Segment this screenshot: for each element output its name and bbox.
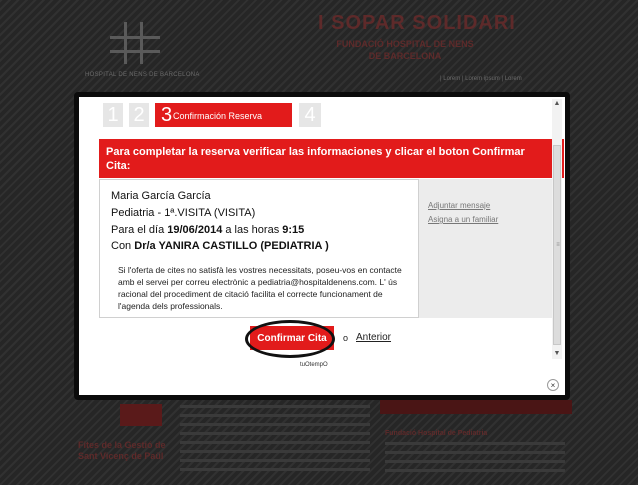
background-header-title: I SOPAR SOLIDARI xyxy=(318,12,516,34)
time-prefix: a las horas xyxy=(222,224,283,236)
step-2-tab[interactable]: 2 xyxy=(129,103,149,127)
scroll-thumb[interactable]: ≡ xyxy=(553,145,561,345)
doctor-prefix: Con xyxy=(111,240,135,252)
step-1-tab[interactable]: 1 xyxy=(103,103,123,127)
scroll-up-icon[interactable]: ▲ xyxy=(552,99,562,109)
side-panel: Adjuntar mensaje Asigna a un familiar xyxy=(419,179,554,318)
close-icon[interactable]: × xyxy=(547,379,559,391)
modal-scrollbar[interactable]: ▲ ≡ ▼ xyxy=(552,99,562,359)
background-right-bar xyxy=(380,400,572,414)
provider-credit: tuOtempO xyxy=(300,362,328,368)
contact-note: Si l'oferta de cites no satisfà les vost… xyxy=(118,265,402,311)
or-text: o xyxy=(343,333,349,343)
step-3-label: Confirmación Reserva xyxy=(173,111,263,121)
appointment-details: Maria García García Pediatria - 1ª.VISIT… xyxy=(99,179,419,318)
doctor-name: Dr/a YANIRA CASTILLO (PEDIATRIA ) xyxy=(134,240,329,252)
visit-time: 9:15 xyxy=(282,224,305,236)
background-sidebar-title: Fites de la Gestió de Sant Vicenç de Paü… xyxy=(78,440,166,461)
date-prefix: Para el día xyxy=(111,224,168,236)
step-3-tab-active[interactable]: 3 Confirmación Reserva xyxy=(155,103,292,127)
step-4-tab[interactable]: 4 xyxy=(299,103,321,127)
assign-family-link[interactable]: Asigna a un familiar xyxy=(428,215,498,224)
previous-link[interactable]: Anterior xyxy=(356,332,391,343)
background-red-box xyxy=(120,404,162,426)
background-header-links: | Lorem | Lorem ipsum | Lorem xyxy=(440,76,522,82)
visit-date: 19/06/2014 xyxy=(167,224,223,236)
background-logo-text: HOSPITAL DE NENS DE BARCELONA xyxy=(85,72,200,78)
background-right-title: Fundació Hospital de Pediatria xyxy=(385,430,488,437)
background-text-lines xyxy=(180,405,370,477)
confirm-appointment-button[interactable]: Confirmar Cita xyxy=(250,326,334,350)
step-4-number: 4 xyxy=(304,104,316,126)
attach-message-link[interactable]: Adjuntar mensaje xyxy=(428,201,490,210)
instruction-text: Para completar la reserva verificar las … xyxy=(106,146,525,172)
patient-name: Maria García García xyxy=(111,190,211,202)
instruction-banner: Para completar la reserva verificar las … xyxy=(99,139,564,178)
step-1-number: 1 xyxy=(107,104,119,126)
background-right-lines xyxy=(385,442,565,478)
scroll-down-icon[interactable]: ▼ xyxy=(552,349,562,359)
background-header-subtitle: FUNDACIÓ HOSPITAL DE NENS DE BARCELONA xyxy=(336,39,474,61)
visit-specialty: Pediatria - 1ª.VISITA (VISITA) xyxy=(111,207,256,219)
step-2-number: 2 xyxy=(133,104,145,126)
visit-datetime: Para el día 19/06/2014 a las horas 9:15 xyxy=(111,224,304,236)
scroll-grip-icon: ≡ xyxy=(556,242,560,248)
step-3-number: 3 xyxy=(161,104,173,126)
hospital-logo-icon xyxy=(110,22,160,64)
visit-doctor: Con Dr/a YANIRA CASTILLO (PEDIATRIA ) xyxy=(111,240,329,252)
